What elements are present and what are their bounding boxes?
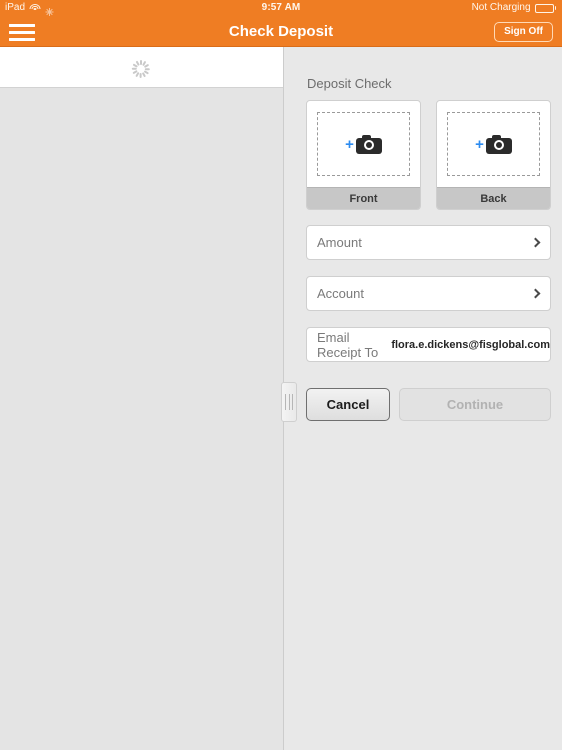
- dashed-frame: +: [317, 112, 410, 176]
- capture-front-dropzone[interactable]: +: [307, 101, 420, 187]
- loading-spinner-icon: [131, 59, 151, 79]
- chevron-right-icon: [530, 288, 541, 299]
- master-list-panel: [0, 47, 283, 750]
- camera-icon: [355, 134, 382, 154]
- deposit-detail-panel: Deposit Check + Front + Back Amount Acco…: [283, 47, 562, 750]
- chevron-right-icon: [530, 237, 541, 248]
- capture-back-dropzone[interactable]: +: [437, 101, 550, 187]
- drag-handle-icon[interactable]: [281, 382, 297, 422]
- amount-label: Amount: [317, 235, 362, 250]
- email-receipt-value[interactable]: flora.e.dickens@fisglobal.com: [384, 339, 550, 351]
- camera-icon: [485, 134, 512, 154]
- capture-card-front[interactable]: + Front: [306, 100, 421, 210]
- page-title: Check Deposit: [228, 23, 334, 40]
- navigation-bar: Check Deposit Sign Off: [0, 16, 562, 47]
- capture-front-label: Front: [307, 187, 420, 209]
- plus-icon: +: [345, 135, 354, 153]
- account-label: Account: [317, 286, 364, 301]
- battery-icon: [534, 3, 556, 13]
- cancel-button[interactable]: Cancel: [306, 388, 390, 421]
- capture-card-back[interactable]: + Back: [436, 100, 551, 210]
- email-receipt-row[interactable]: Email Receipt To flora.e.dickens@fisglob…: [306, 327, 551, 362]
- check-capture-group: + Front + Back: [306, 100, 551, 210]
- action-button-group: Cancel Continue: [306, 388, 551, 421]
- amount-field-row[interactable]: Amount: [306, 225, 551, 260]
- sign-off-button[interactable]: Sign Off: [494, 22, 553, 42]
- section-title: Deposit Check: [307, 76, 392, 91]
- email-receipt-label: Email Receipt To: [317, 329, 379, 360]
- status-bar: iPad 9:57 AM Not Charging: [0, 0, 562, 16]
- battery-status-label: Not Charging: [471, 2, 531, 13]
- capture-back-label: Back: [437, 187, 550, 209]
- continue-button: Continue: [399, 388, 551, 421]
- dashed-frame: +: [447, 112, 540, 176]
- app-root: iPad 9:57 AM Not Charging Check Deposit …: [0, 0, 562, 750]
- account-field-row[interactable]: Account: [306, 276, 551, 311]
- status-bar-right: Not Charging: [472, 0, 556, 16]
- plus-icon: +: [475, 135, 484, 153]
- master-list-header: [0, 47, 283, 88]
